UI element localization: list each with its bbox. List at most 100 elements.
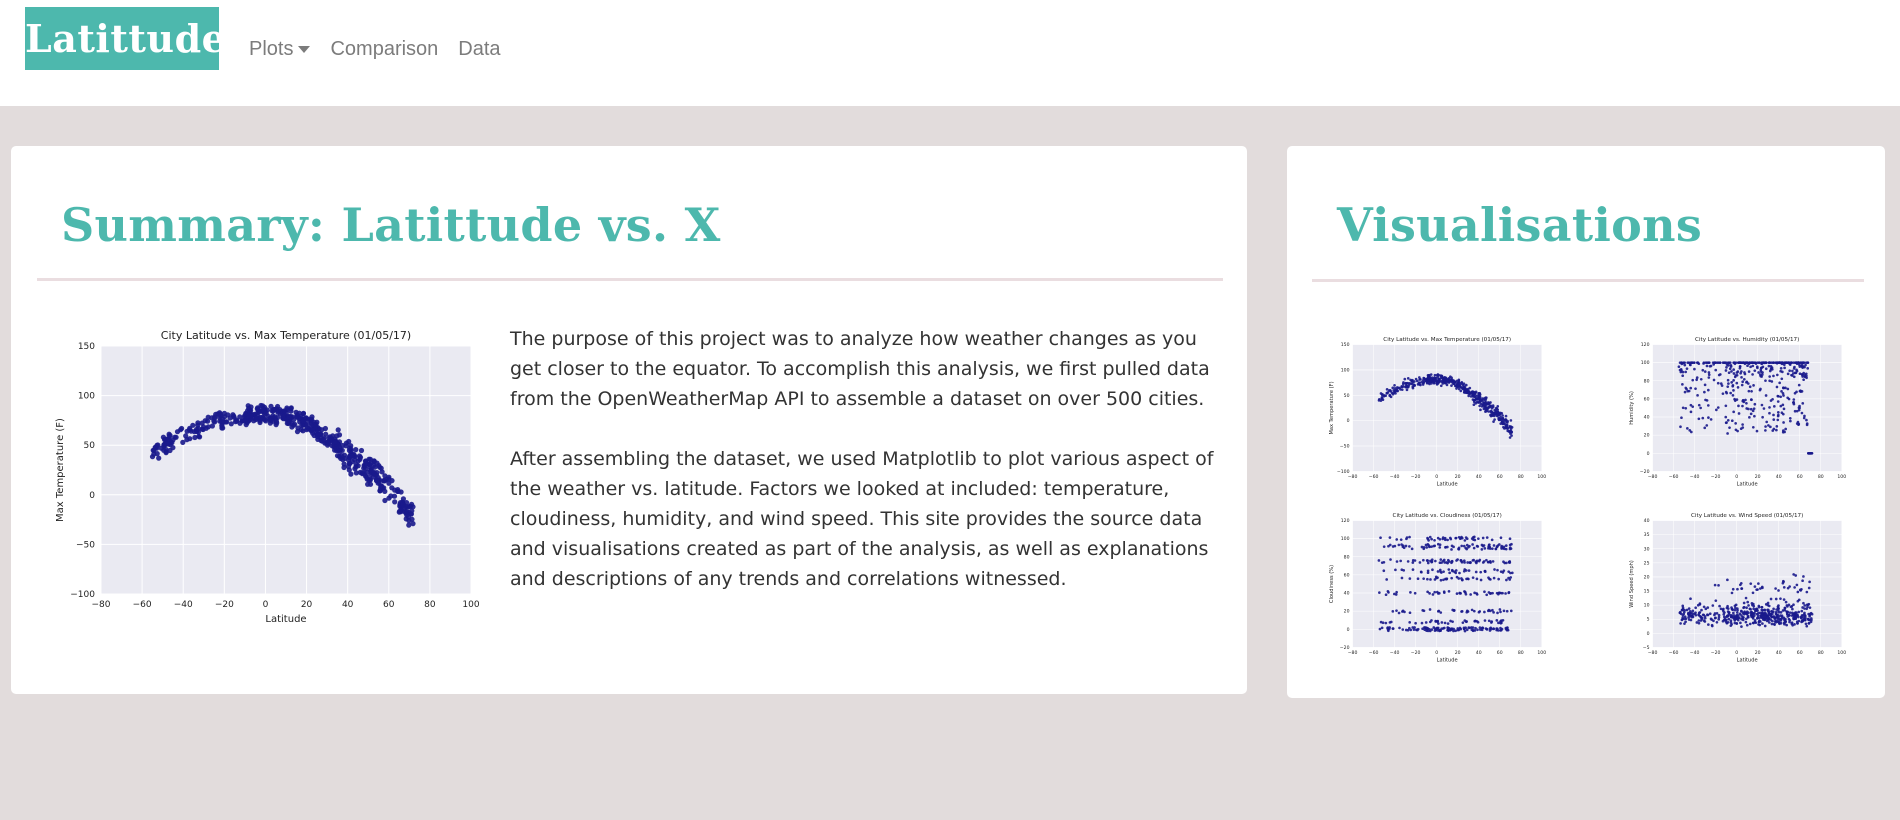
nav-data-link[interactable]: Data	[458, 38, 500, 61]
data-point	[1797, 383, 1801, 387]
data-point	[1757, 623, 1760, 626]
data-point	[1793, 365, 1796, 369]
data-point	[1700, 608, 1703, 612]
x-tick-label: 20	[1455, 650, 1461, 656]
data-point	[1729, 391, 1732, 395]
data-point	[1426, 376, 1430, 380]
data-point	[1438, 546, 1442, 549]
thumb-temperature-plot[interactable]: City Latitude vs. Max Temperature (01/05…	[1327, 330, 1552, 488]
data-point	[1743, 372, 1747, 376]
y-tick-label: 10	[1644, 603, 1650, 609]
data-point	[1436, 570, 1440, 573]
data-point	[1771, 397, 1774, 401]
thumb-humidity-plot[interactable]: City Latitude vs. Humidity (01/05/17) −80…	[1627, 330, 1852, 488]
data-point	[1705, 424, 1709, 427]
data-point	[1465, 610, 1469, 614]
data-point	[1782, 421, 1785, 424]
data-point	[1505, 578, 1508, 582]
data-point	[1711, 604, 1715, 607]
brand-logo[interactable]: Latittude	[25, 7, 226, 70]
data-point	[1411, 568, 1415, 571]
data-point	[1757, 361, 1761, 364]
data-point	[1781, 581, 1785, 585]
x-axis-label: Latitude	[1437, 482, 1458, 488]
data-point	[1441, 537, 1445, 541]
x-tick-label: −60	[1669, 474, 1679, 480]
data-point	[217, 411, 223, 417]
data-point	[1488, 545, 1492, 549]
data-point	[1789, 419, 1792, 423]
data-point	[1726, 578, 1729, 582]
data-point	[1504, 414, 1508, 418]
data-point	[1377, 559, 1381, 562]
data-point	[1724, 369, 1728, 372]
data-point	[1490, 538, 1494, 542]
data-point	[1510, 434, 1513, 437]
data-point	[1733, 619, 1737, 622]
y-tick-label: 120	[1341, 518, 1350, 524]
data-point	[1796, 621, 1799, 625]
data-point	[1745, 401, 1748, 405]
data-point	[292, 421, 298, 427]
data-point	[1763, 361, 1767, 365]
data-point	[386, 495, 392, 501]
data-point	[1425, 546, 1428, 549]
data-point	[1485, 536, 1489, 539]
data-point	[1694, 387, 1697, 390]
data-point	[1412, 628, 1416, 631]
data-point	[1767, 616, 1770, 620]
data-point	[1751, 373, 1754, 376]
thumb-cloudiness-plot[interactable]: City Latitude vs. Cloudiness (01/05/17) −…	[1327, 506, 1552, 664]
data-point	[1382, 560, 1386, 564]
data-point	[1767, 610, 1771, 614]
data-point	[1687, 615, 1690, 619]
data-point	[1683, 363, 1687, 367]
data-point	[1499, 621, 1503, 625]
data-point	[348, 471, 354, 477]
data-point	[1748, 416, 1751, 419]
data-point	[1443, 621, 1447, 625]
data-point	[1776, 411, 1780, 414]
data-point	[1681, 604, 1685, 608]
data-point	[1738, 365, 1742, 368]
data-point	[1507, 560, 1511, 564]
data-point	[1781, 609, 1785, 612]
data-point	[1735, 371, 1739, 374]
data-point	[1703, 390, 1706, 394]
data-point	[1796, 590, 1800, 594]
x-tick-label: −80	[1648, 650, 1658, 656]
data-point	[1679, 425, 1682, 429]
y-tick-label: 0	[1347, 627, 1350, 633]
data-point	[1726, 361, 1730, 364]
x-tick-label: −20	[1411, 474, 1421, 480]
data-point	[1395, 560, 1399, 563]
data-point	[1409, 591, 1412, 594]
data-point	[1454, 629, 1457, 633]
data-point	[1704, 398, 1707, 402]
data-point	[1730, 381, 1734, 384]
data-point	[268, 418, 274, 424]
data-point	[1782, 407, 1786, 411]
data-point	[1499, 411, 1502, 415]
x-tick-label: −40	[174, 600, 193, 610]
data-point	[1377, 399, 1381, 402]
data-point	[1693, 361, 1696, 364]
data-point	[1721, 392, 1725, 395]
data-point	[1463, 590, 1467, 594]
nav-plots-dropdown[interactable]: Plots	[249, 38, 311, 61]
thumb-wind-plot[interactable]: City Latitude vs. Wind Speed (01/05/17) −…	[1627, 506, 1852, 664]
data-point	[1460, 559, 1463, 563]
data-point	[1782, 586, 1786, 589]
data-point	[1731, 394, 1735, 397]
data-point	[1448, 571, 1451, 575]
nav-comparison-link[interactable]: Comparison	[330, 38, 438, 61]
data-point	[1709, 418, 1713, 421]
data-point	[1451, 608, 1455, 612]
y-tick-label: 100	[78, 392, 95, 402]
data-point	[368, 468, 374, 474]
data-point	[1399, 388, 1402, 391]
data-point	[1759, 387, 1762, 391]
data-point	[1773, 623, 1776, 627]
data-point	[1749, 582, 1753, 585]
data-point	[1768, 406, 1771, 409]
